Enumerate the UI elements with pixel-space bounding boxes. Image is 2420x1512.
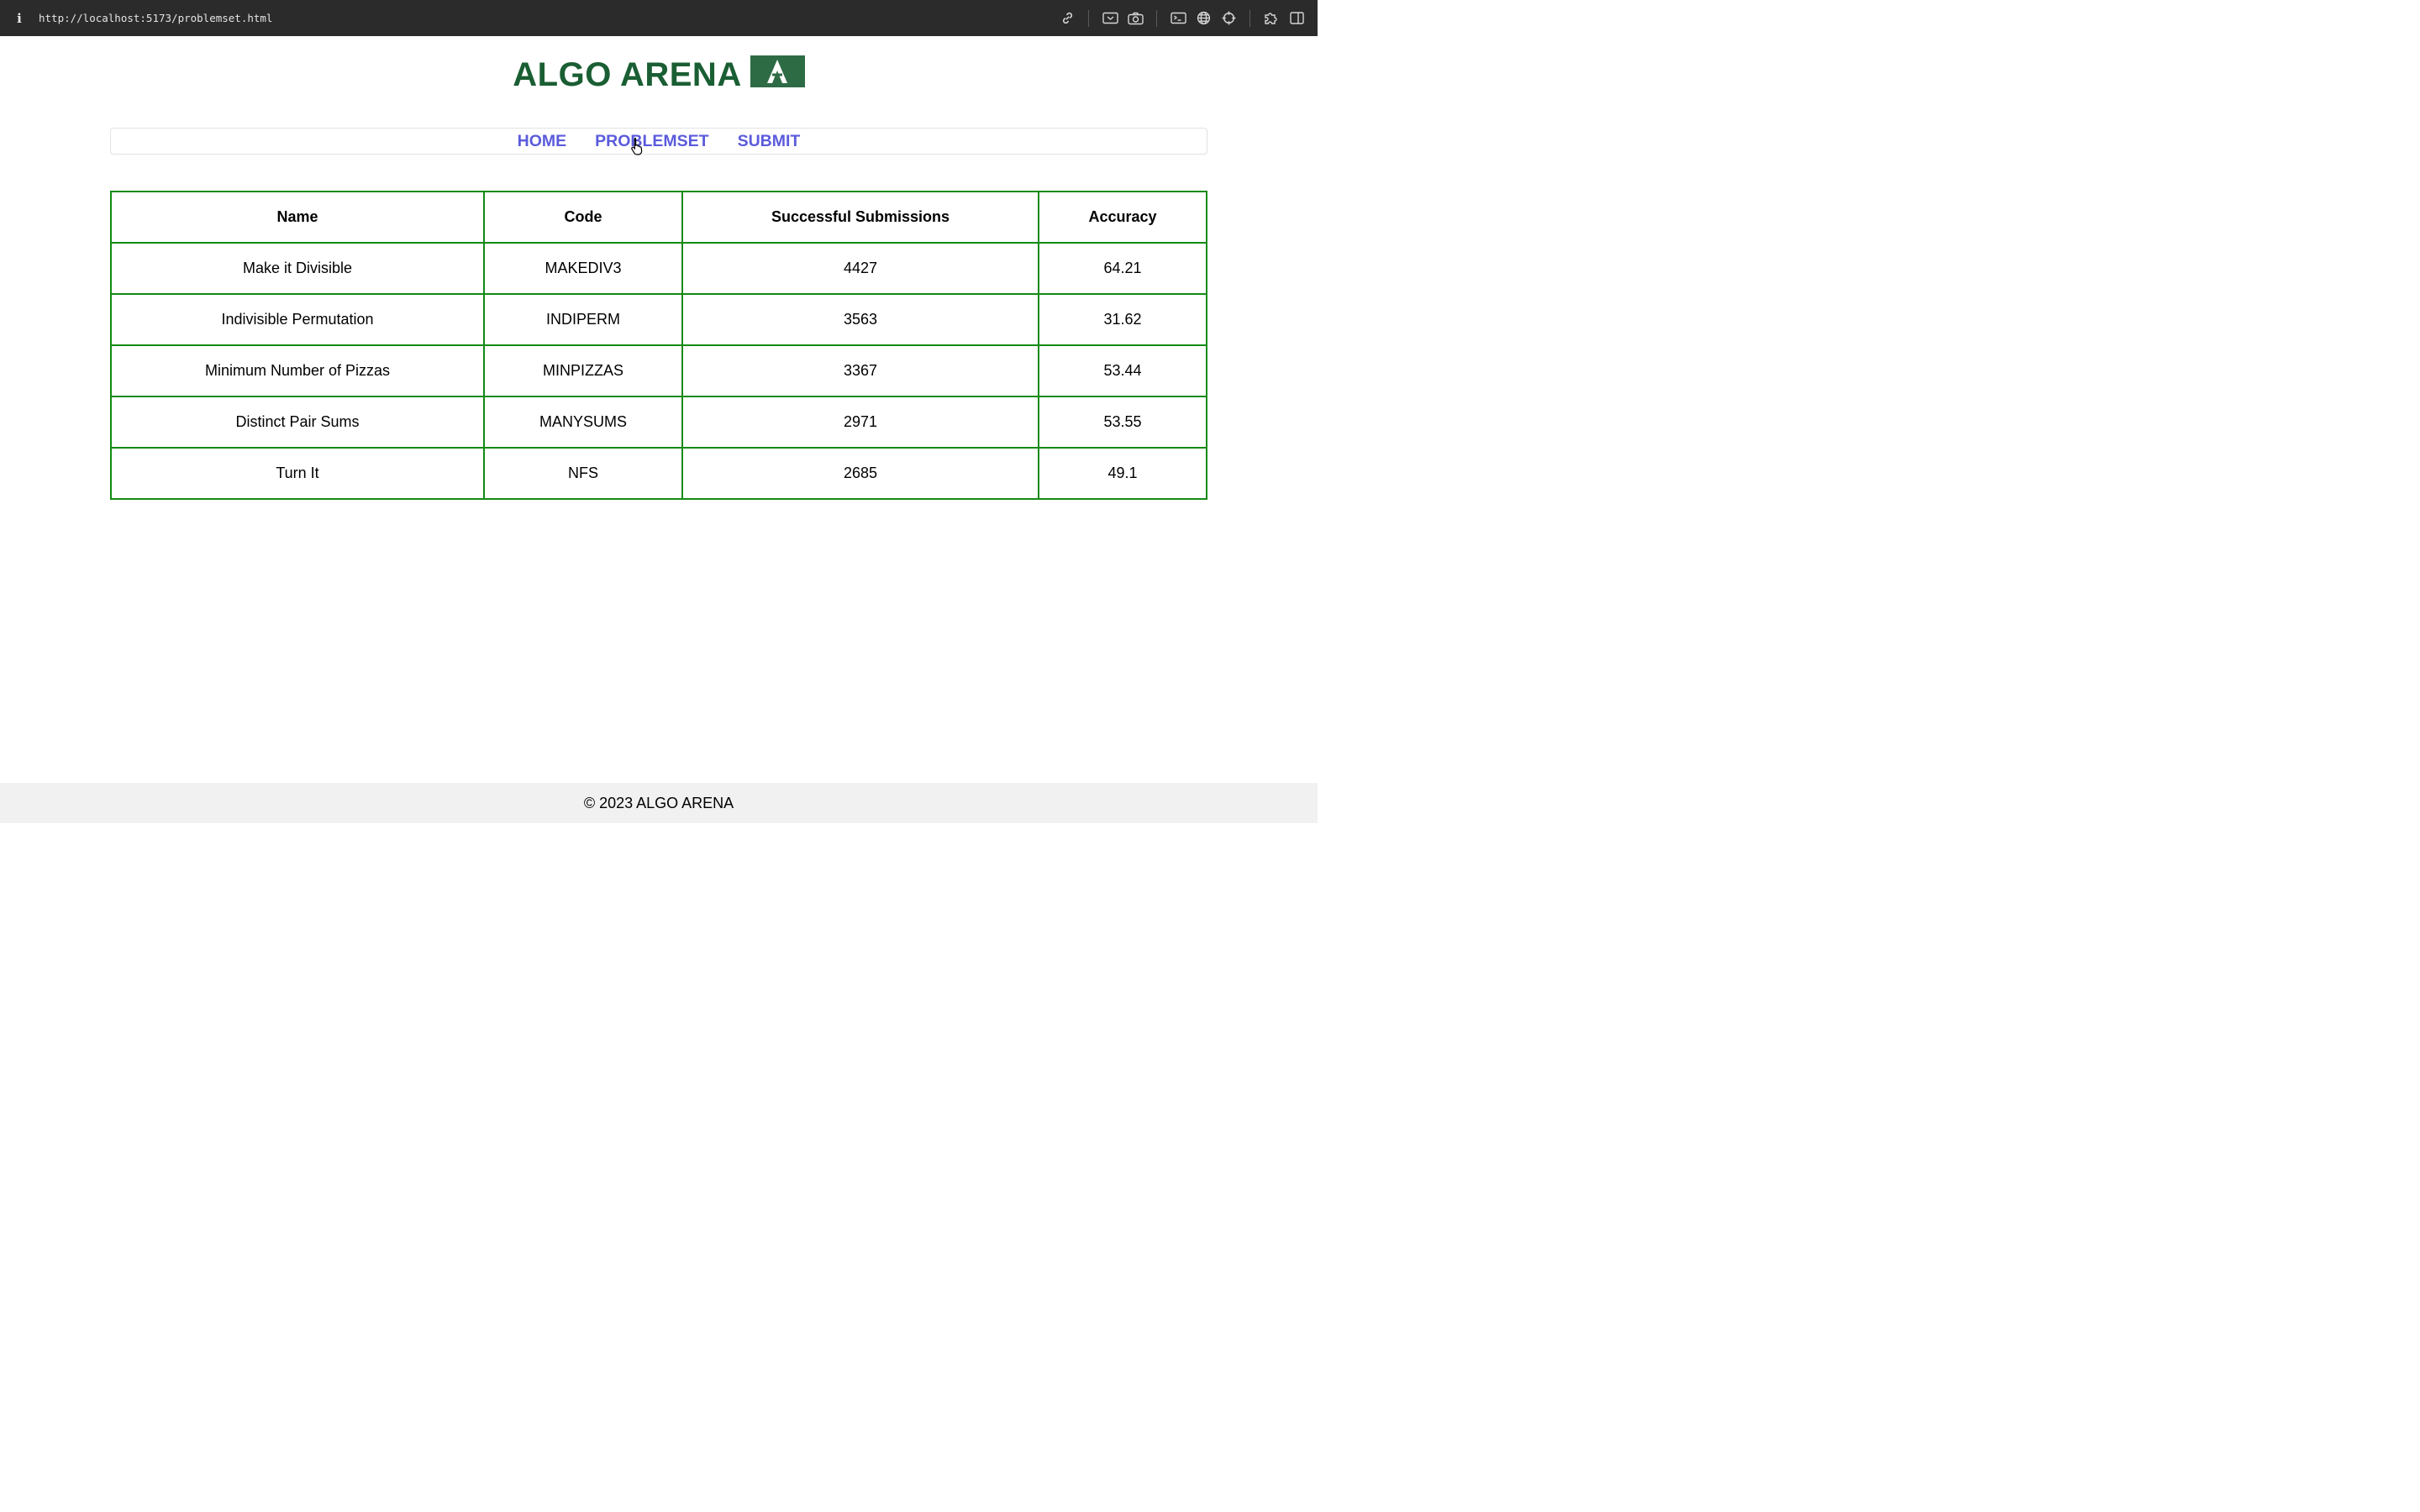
problem-name-cell[interactable]: Make it Divisible [110,242,485,295]
accuracy-cell: 64.21 [1038,242,1207,295]
column-header[interactable]: Accuracy [1038,191,1207,244]
toolbar-divider [1156,9,1157,27]
globe-icon[interactable] [1191,6,1216,31]
browser-toolbar: i http://localhost:5173/problemset.html [0,0,1318,36]
accuracy-cell: 53.44 [1038,344,1207,397]
column-header[interactable]: Code [483,191,683,244]
camera-icon[interactable] [1123,6,1148,31]
table-row[interactable]: Minimum Number of Pizzas MINPIZZAS 3367 … [110,344,1207,397]
problem-name-cell[interactable]: Minimum Number of Pizzas [110,344,485,397]
sidebar-icon[interactable] [1284,6,1309,31]
table-row[interactable]: Indivisible Permutation INDIPERM 3563 31… [110,293,1207,346]
address-bar[interactable]: http://localhost:5173/problemset.html [39,12,272,24]
toolbar-divider [1088,9,1089,27]
problem-code-cell: MAKEDIV3 [483,242,683,295]
column-header[interactable]: Name [110,191,485,244]
submissions-cell: 3367 [681,344,1039,397]
problem-code-cell: MINPIZZAS [483,344,683,397]
hand-pointer-icon [631,137,643,155]
problem-name-cell[interactable]: Indivisible Permutation [110,293,485,346]
problem-code-cell: NFS [483,447,683,500]
problem-code-cell: MANYSUMS [483,396,683,449]
nav-home-link[interactable]: HOME [518,132,567,151]
submissions-cell: 4427 [681,242,1039,295]
nav-submit-link[interactable]: SUBMIT [738,132,801,151]
accuracy-cell: 31.62 [1038,293,1207,346]
column-header[interactable]: Successful Submissions [681,191,1039,244]
nav-problemset-link[interactable]: PROBLEMSET [595,132,708,151]
page-footer: © 2023 ALGO ARENA [0,783,1318,823]
problem-code-cell: INDIPERM [483,293,683,346]
submissions-cell: 3563 [681,293,1039,346]
browser-actions [1055,0,1309,36]
accuracy-cell: 53.55 [1038,396,1207,449]
arena-a-icon: A [767,59,788,83]
extensions-icon[interactable] [1259,6,1284,31]
crosshair-icon[interactable] [1216,6,1241,31]
logo-badge: A [750,55,805,87]
table-row[interactable]: Distinct Pair Sums MANYSUMS 2971 53.55 [110,396,1207,449]
terminal-icon[interactable] [1165,6,1191,31]
problem-name-cell[interactable]: Turn It [110,447,485,500]
problems-table: Name Code Successful Submissions Accurac… [110,191,1207,500]
link-icon[interactable] [1055,6,1080,31]
submissions-cell: 2971 [681,396,1039,449]
screencast-icon[interactable] [1097,6,1123,31]
page-content: ALGO ARENA A HOME PROBLEMSET SUBMIT Name… [0,36,1318,823]
submissions-cell: 2685 [681,447,1039,500]
info-icon[interactable]: i [0,11,39,26]
site-logo[interactable]: ALGO ARENA A [0,55,1318,94]
table-row[interactable]: Turn It NFS 2685 49.1 [110,447,1207,500]
toolbar-divider [1249,9,1250,27]
table-header-row: Name Code Successful Submissions Accurac… [110,191,1207,244]
copyright-text: © 2023 ALGO ARENA [583,794,734,811]
table-row[interactable]: Make it Divisible MAKEDIV3 4427 64.21 [110,242,1207,295]
problem-name-cell[interactable]: Distinct Pair Sums [110,396,485,449]
logo-text: ALGO ARENA [513,56,742,93]
main-nav: HOME PROBLEMSET SUBMIT [110,128,1207,155]
svg-text:A: A [777,76,778,79]
accuracy-cell: 49.1 [1038,447,1207,500]
